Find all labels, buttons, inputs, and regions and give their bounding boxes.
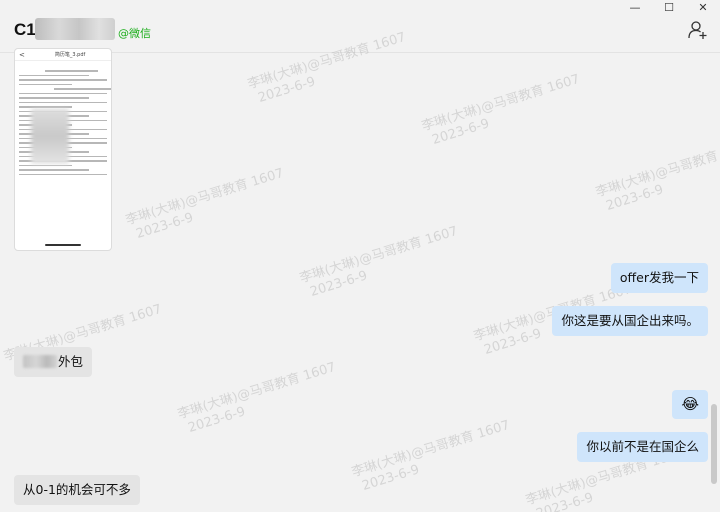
watermark: 李琳(大琳)@马哥教育 16072023-6-9 (420, 71, 582, 148)
message-bubble-outgoing[interactable]: 😂 (672, 390, 708, 419)
contact-name: C1 (14, 20, 36, 39)
minimize-button[interactable]: — (618, 0, 652, 14)
chat-window: C1 @微信 — ☐ ✕ 李琳(大琳)@马哥教育 1607 2023-6-9 李琳… (0, 0, 720, 512)
message-bubble-incoming[interactable]: 外包 (14, 347, 93, 377)
message-bubble-outgoing[interactable]: offer发我一下 (610, 263, 708, 293)
home-indicator (45, 244, 81, 246)
message-text: 外包 (58, 354, 84, 369)
watermark: 李琳(大琳)@马哥教育 16072023-6-9 (176, 359, 338, 436)
watermark: 李琳(大琳)@马哥教育 16072023-6-9 (594, 138, 720, 214)
message-bubble-outgoing[interactable]: 你以前不是在国企么 (577, 432, 708, 462)
message-bubble-outgoing[interactable]: 你这是要从国企出来吗。 (552, 306, 708, 336)
message-bubble-incoming[interactable]: 从0-1的机会可不多 (14, 475, 140, 505)
laughing-tears-emoji-icon: 😂 (681, 395, 699, 413)
chat-header: C1 @微信 (0, 0, 720, 53)
watermark: 李琳(大琳)@马哥教育 16072023-6-9 (124, 165, 286, 242)
add-member-icon[interactable] (688, 20, 708, 40)
maximize-button[interactable]: ☐ (652, 0, 686, 14)
watermark: 李琳(大琳)@马哥教育 16072023-6-9 (350, 417, 512, 494)
redacted-name (35, 18, 115, 40)
file-preview-topbar: < 简历笔_3.pdf (15, 49, 111, 61)
window-controls: — ☐ ✕ (618, 0, 720, 14)
scrollbar[interactable] (711, 404, 717, 484)
wechat-source-tag: @微信 (118, 27, 151, 40)
file-name: 简历笔_3.pdf (54, 52, 86, 58)
redacted-text (23, 355, 57, 368)
back-icon: < (19, 50, 25, 59)
file-message-preview[interactable]: < 简历笔_3.pdf (14, 48, 112, 251)
redacted-region (31, 109, 69, 164)
close-button[interactable]: ✕ (686, 0, 720, 14)
watermark: 李琳(大琳)@马哥教育 16072023-6-9 (298, 223, 460, 300)
